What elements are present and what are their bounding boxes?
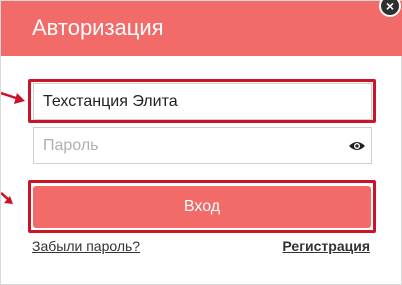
arrow-to-login-button-icon — [1, 192, 13, 204]
register-link[interactable]: Регистрация — [282, 238, 370, 254]
password-input[interactable]: Пароль — [33, 127, 372, 164]
eye-icon[interactable] — [348, 139, 366, 153]
login-field-highlight — [28, 79, 376, 123]
login-button-highlight — [28, 180, 376, 233]
forgot-password-link[interactable]: Забыли пароль? — [32, 238, 140, 254]
modal-header: Авторизация — [1, 1, 402, 56]
arrow-to-login-field-icon — [1, 91, 25, 104]
modal-title: Авторизация — [32, 15, 164, 40]
password-placeholder: Пароль — [43, 137, 99, 154]
auth-modal: Авторизация × Техстанция Элита Пароль Вх… — [0, 0, 402, 285]
